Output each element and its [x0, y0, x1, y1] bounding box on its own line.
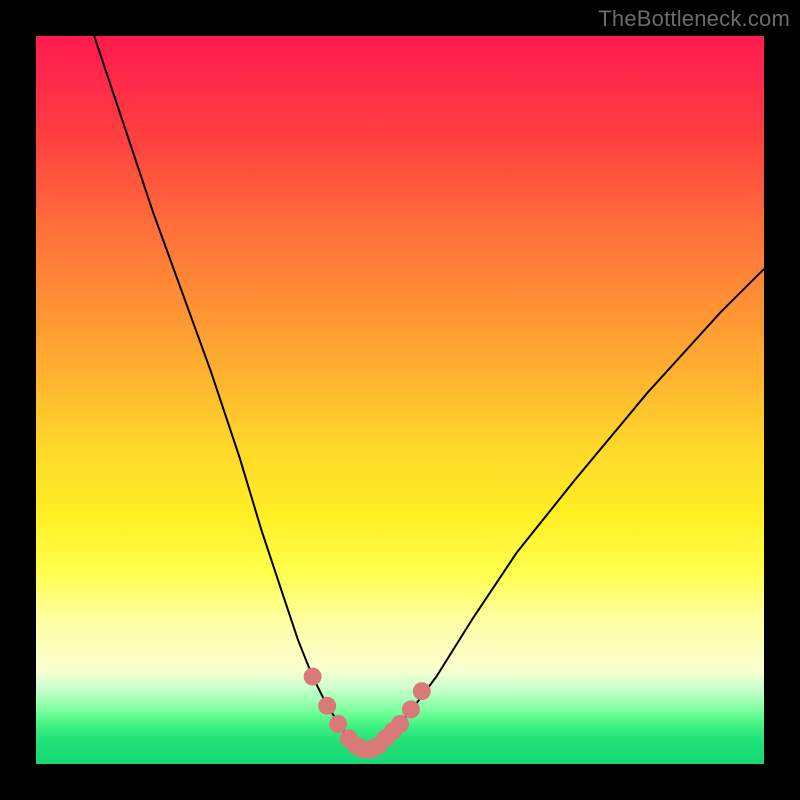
plot-area: [36, 36, 764, 764]
chart-svg: [36, 36, 764, 764]
marker-dot: [318, 697, 336, 715]
marker-dot: [329, 715, 347, 733]
marker-dot: [402, 700, 420, 718]
marker-dot: [413, 682, 431, 700]
chart-frame: TheBottleneck.com: [0, 0, 800, 800]
bottleneck-curve: [94, 36, 764, 749]
marker-group: [304, 668, 431, 759]
marker-dot: [391, 715, 409, 733]
watermark-text: TheBottleneck.com: [598, 6, 790, 32]
marker-dot: [304, 668, 322, 686]
